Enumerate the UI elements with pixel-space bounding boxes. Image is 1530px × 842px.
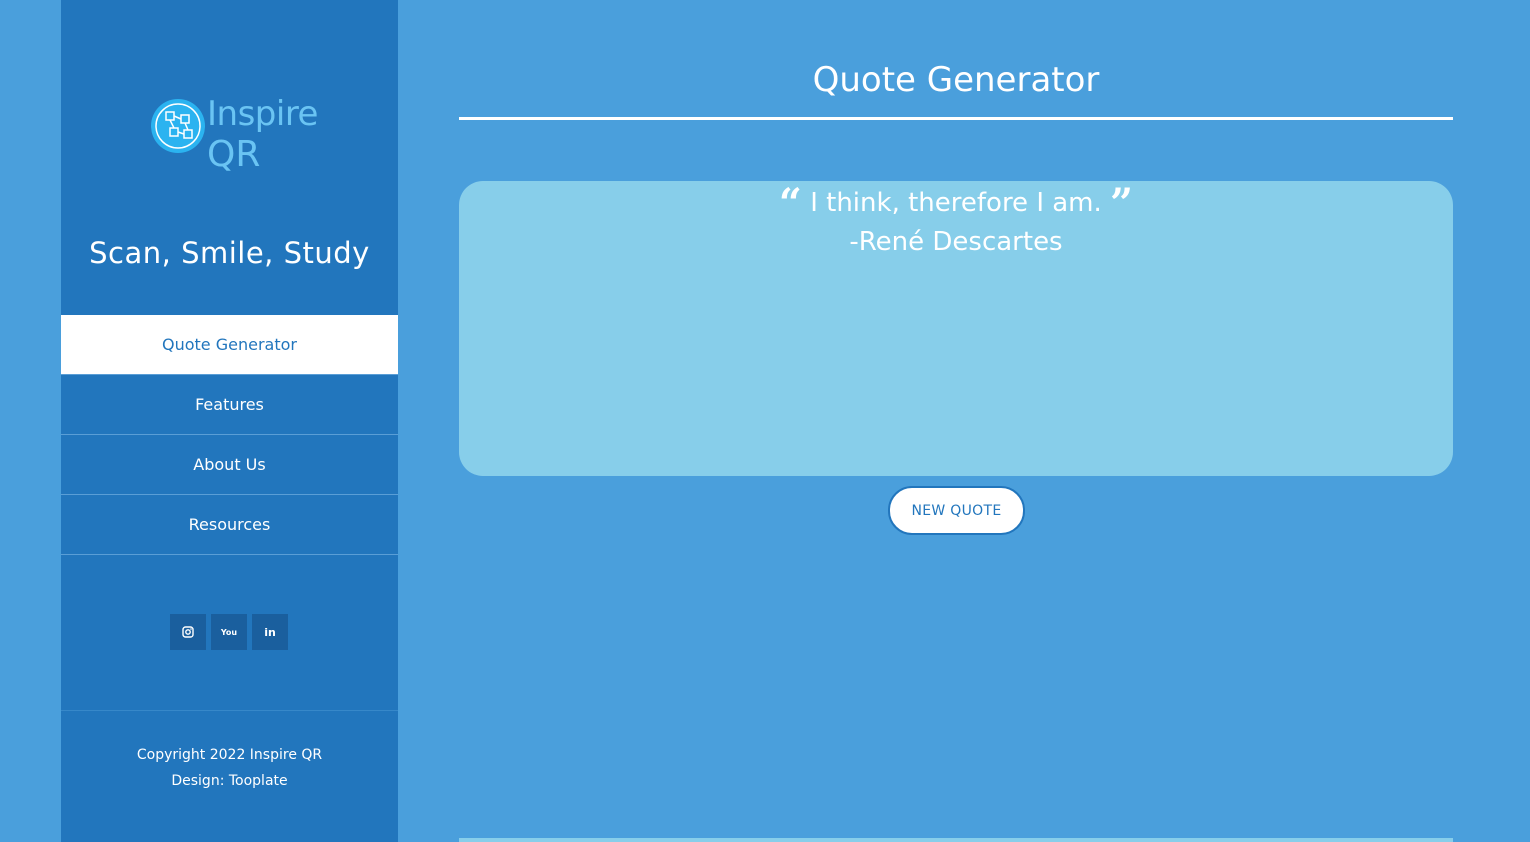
youtube-icon: You: [220, 627, 238, 637]
logo-text-qr: QR: [207, 134, 261, 175]
sidebar-nav: Quote Generator Features About Us Resour…: [61, 315, 398, 555]
sidebar-divider: [61, 710, 398, 711]
sidebar-footer: Copyright 2022 Inspire QR Design: Toopla…: [61, 742, 398, 794]
linkedin-icon: in: [264, 625, 276, 639]
quote-author: -René Descartes: [849, 227, 1063, 257]
tagline: Scan, Smile, Study: [89, 236, 370, 270]
quote-line: “ I think, therefore I am. ”: [459, 184, 1453, 224]
copyright-text: Copyright 2022 Inspire QR: [136, 747, 323, 763]
logo-mark-icon: [151, 99, 205, 153]
bottom-divider: [459, 838, 1453, 842]
page-title: Quote Generator: [812, 60, 1100, 100]
design-credit: Design: Tooplate: [171, 773, 288, 789]
new-quote-button[interactable]: NEW QUOTE: [888, 486, 1025, 535]
open-quote-icon: “: [778, 180, 802, 227]
nav-item-resources[interactable]: Resources: [61, 495, 398, 555]
brand-logo[interactable]: Inspire QR: [149, 94, 319, 180]
close-quote-icon: ”: [1110, 180, 1134, 227]
instagram-button[interactable]: [170, 614, 206, 650]
title-divider: [459, 117, 1453, 120]
sidebar: Inspire QR Scan, Smile, Study Quote Gene…: [61, 0, 398, 842]
logo-text-inspire: Inspire: [207, 94, 318, 134]
nav-item-quote-generator[interactable]: Quote Generator: [61, 315, 398, 375]
nav-item-features[interactable]: Features: [61, 375, 398, 435]
youtube-button[interactable]: You: [211, 614, 247, 650]
quote-card: “ I think, therefore I am. ” -René Desca…: [459, 181, 1453, 476]
social-links: You in: [170, 614, 288, 650]
nav-item-about-us[interactable]: About Us: [61, 435, 398, 495]
linkedin-button[interactable]: in: [252, 614, 288, 650]
main-content: Quote Generator “ I think, therefore I a…: [459, 0, 1453, 842]
quote-text: I think, therefore I am.: [810, 188, 1102, 218]
instagram-icon: [182, 626, 194, 638]
